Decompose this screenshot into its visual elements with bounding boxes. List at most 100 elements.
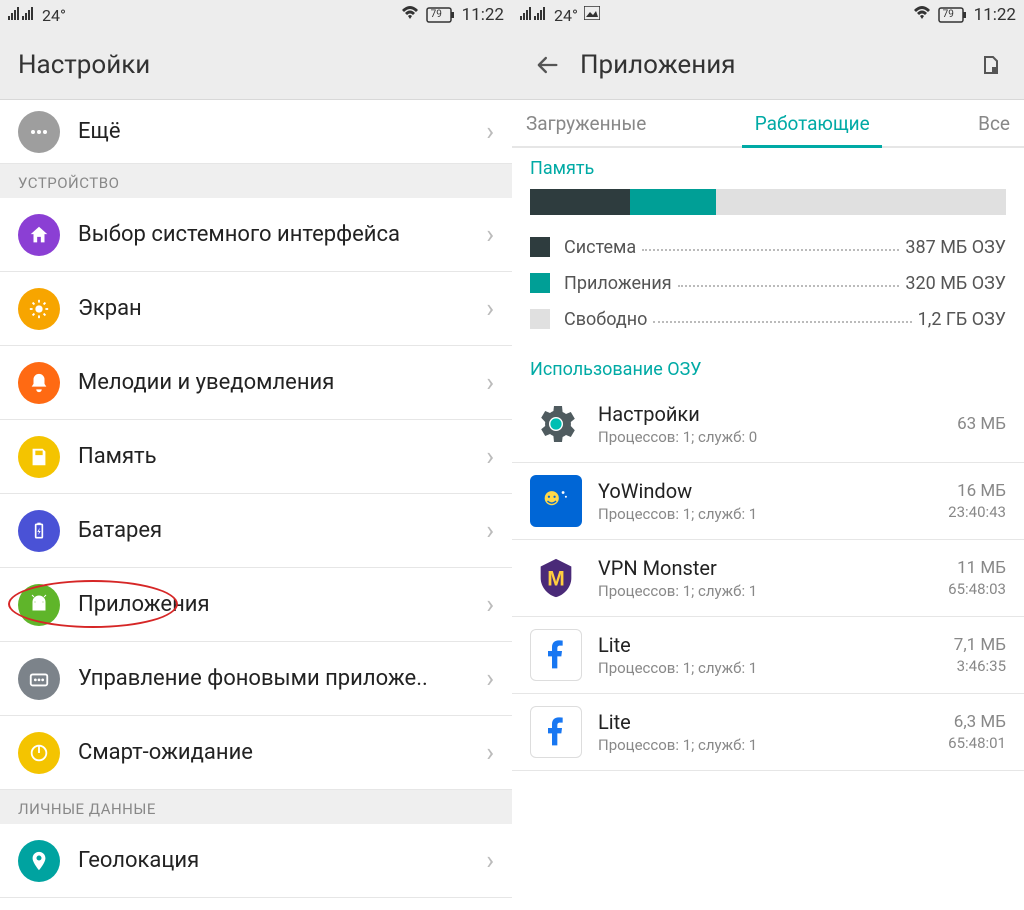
- row-bell[interactable]: Мелодии и уведомления ›: [0, 346, 512, 420]
- clock: 11:22: [462, 5, 504, 25]
- temperature: 24°: [42, 6, 66, 25]
- row-label: Ещё: [78, 119, 468, 144]
- row-label: Мелодии и уведомления: [78, 370, 468, 395]
- app-subtitle: Процессов: 1; служб: 0: [598, 428, 941, 446]
- chevron-right-icon: ›: [486, 846, 494, 876]
- sd-card-icon[interactable]: [976, 50, 1006, 80]
- memory-value: 1,2 ГБ ОЗУ: [918, 309, 1006, 330]
- row-label: Управление фоновыми приложе..: [78, 666, 468, 691]
- wifi-icon: [912, 5, 932, 25]
- app-icon: [530, 706, 582, 758]
- back-button[interactable]: [530, 48, 564, 82]
- tab-indicator: [742, 145, 882, 148]
- row-apps[interactable]: Управление фоновыми приложе.. ›: [0, 642, 512, 716]
- memory-label: Приложения: [564, 273, 672, 294]
- app-name: YoWindow: [598, 479, 932, 503]
- app-subtitle: Процессов: 1; служб: 1: [598, 582, 932, 600]
- signal-icon: [8, 6, 36, 24]
- brightness-icon: [18, 288, 60, 330]
- app-name: VPN Monster: [598, 556, 932, 580]
- section-personal: ЛИЧНЫЕ ДАННЫЕ: [0, 790, 512, 824]
- row-save[interactable]: Память ›: [0, 420, 512, 494]
- row-label: Геолокация: [78, 848, 468, 873]
- tabs: Загруженные Работающие Все: [512, 100, 1024, 148]
- row-power[interactable]: Смарт-ожидание›: [0, 716, 512, 790]
- row-battery[interactable]: Батарея ›: [0, 494, 512, 568]
- row-label: Батарея: [78, 518, 468, 543]
- app-row[interactable]: YoWindow Процессов: 1; служб: 1 16 МБ 23:40…: [512, 463, 1024, 540]
- home-icon: [18, 214, 60, 256]
- row-more[interactable]: Ещё ›: [0, 100, 512, 164]
- memory-bar-apps: [630, 189, 716, 215]
- status-bar: 24° 79 11:22: [512, 0, 1024, 30]
- clock: 11:22: [974, 5, 1016, 25]
- app-name: Настройки: [598, 402, 941, 426]
- chevron-right-icon: ›: [486, 590, 494, 620]
- page-title: Приложения: [580, 50, 735, 80]
- memory-section: Память Система387 МБ ОЗУПриложения320 МБ…: [512, 148, 1024, 337]
- chevron-right-icon: ›: [486, 117, 494, 147]
- app-size: 11 МБ: [948, 558, 1006, 578]
- row-android[interactable]: Приложения›: [0, 568, 512, 642]
- app-subtitle: Процессов: 1; служб: 1: [598, 505, 932, 523]
- image-icon: [584, 6, 600, 24]
- memory-label: Свободно: [564, 309, 647, 330]
- row-home[interactable]: Выбор системного интерфейса ›: [0, 198, 512, 272]
- memory-row: Свободно 1,2 ГБ ОЗУ: [530, 301, 1006, 337]
- memory-title: Память: [530, 158, 1006, 179]
- memory-value: 387 МБ ОЗУ: [905, 237, 1006, 258]
- chevron-right-icon: ›: [486, 516, 494, 546]
- apps-screen: 24° 79 11:22 Приложения Загруженные Рабо…: [512, 0, 1024, 910]
- header: Настройки: [0, 30, 512, 100]
- app-icon: M: [530, 552, 582, 604]
- app-subtitle: Процессов: 1; служб: 1: [598, 736, 932, 754]
- swatch: [530, 273, 550, 293]
- swatch: [530, 309, 550, 329]
- row-label: Память: [78, 444, 468, 469]
- app-size: 16 МБ: [948, 481, 1006, 501]
- tab-downloaded[interactable]: Загруженные: [512, 100, 660, 146]
- chevron-right-icon: ›: [486, 294, 494, 324]
- app-time: 3:46:35: [954, 657, 1006, 675]
- status-bar: 24° 79 11:22: [0, 0, 512, 30]
- svg-text:M: M: [547, 568, 565, 591]
- android-icon: [18, 584, 60, 626]
- app-row[interactable]: Настройки Процессов: 1; служб: 0 63 МБ: [512, 386, 1024, 463]
- tab-running[interactable]: Работающие: [660, 100, 964, 146]
- apps-icon: [18, 658, 60, 700]
- app-row[interactable]: M VPN Monster Процессов: 1; служб: 1 11 МБ 6…: [512, 540, 1024, 617]
- chevron-right-icon: ›: [486, 664, 494, 694]
- save-icon: [18, 436, 60, 478]
- page-title: Настройки: [18, 50, 150, 80]
- memory-bar: [530, 189, 1006, 215]
- chevron-right-icon: ›: [486, 442, 494, 472]
- app-name: Lite: [598, 710, 932, 734]
- settings-screen: 24° 79 11:22 Настройки Ещё › УСТРОЙСТВО …: [0, 0, 512, 910]
- swatch: [530, 237, 550, 257]
- app-time: 23:40:43: [948, 503, 1006, 521]
- chevron-right-icon: ›: [486, 738, 494, 768]
- wifi-icon: [400, 5, 420, 25]
- app-size: 6,3 МБ: [948, 712, 1006, 732]
- settings-list: Ещё › УСТРОЙСТВО Выбор системного интерф…: [0, 100, 512, 898]
- row-geolocation[interactable]: Геолокация ›: [0, 824, 512, 898]
- app-row[interactable]: Lite Процессов: 1; служб: 1 6,3 МБ 65:48:01: [512, 694, 1024, 771]
- location-icon: [18, 840, 60, 882]
- app-time: 65:48:01: [948, 734, 1006, 752]
- memory-row: Система387 МБ ОЗУ: [530, 229, 1006, 265]
- app-row[interactable]: LiteПроцессов: 1; служб: 17,1 МБ3:46:35: [512, 617, 1024, 694]
- app-icon: [530, 398, 582, 450]
- chevron-right-icon: ›: [486, 220, 494, 250]
- app-size: 63 МБ: [957, 414, 1006, 434]
- row-label: Экран: [78, 296, 468, 321]
- row-brightness[interactable]: Экран ›: [0, 272, 512, 346]
- app-icon: [530, 475, 582, 527]
- header: Приложения: [512, 30, 1024, 100]
- app-time: 65:48:03: [948, 580, 1006, 598]
- app-icon: [530, 629, 582, 681]
- signal-icon: [520, 6, 548, 24]
- bell-icon: [18, 362, 60, 404]
- row-label: Выбор системного интерфейса: [78, 222, 468, 247]
- chevron-right-icon: ›: [486, 368, 494, 398]
- tab-all[interactable]: Все: [964, 100, 1024, 146]
